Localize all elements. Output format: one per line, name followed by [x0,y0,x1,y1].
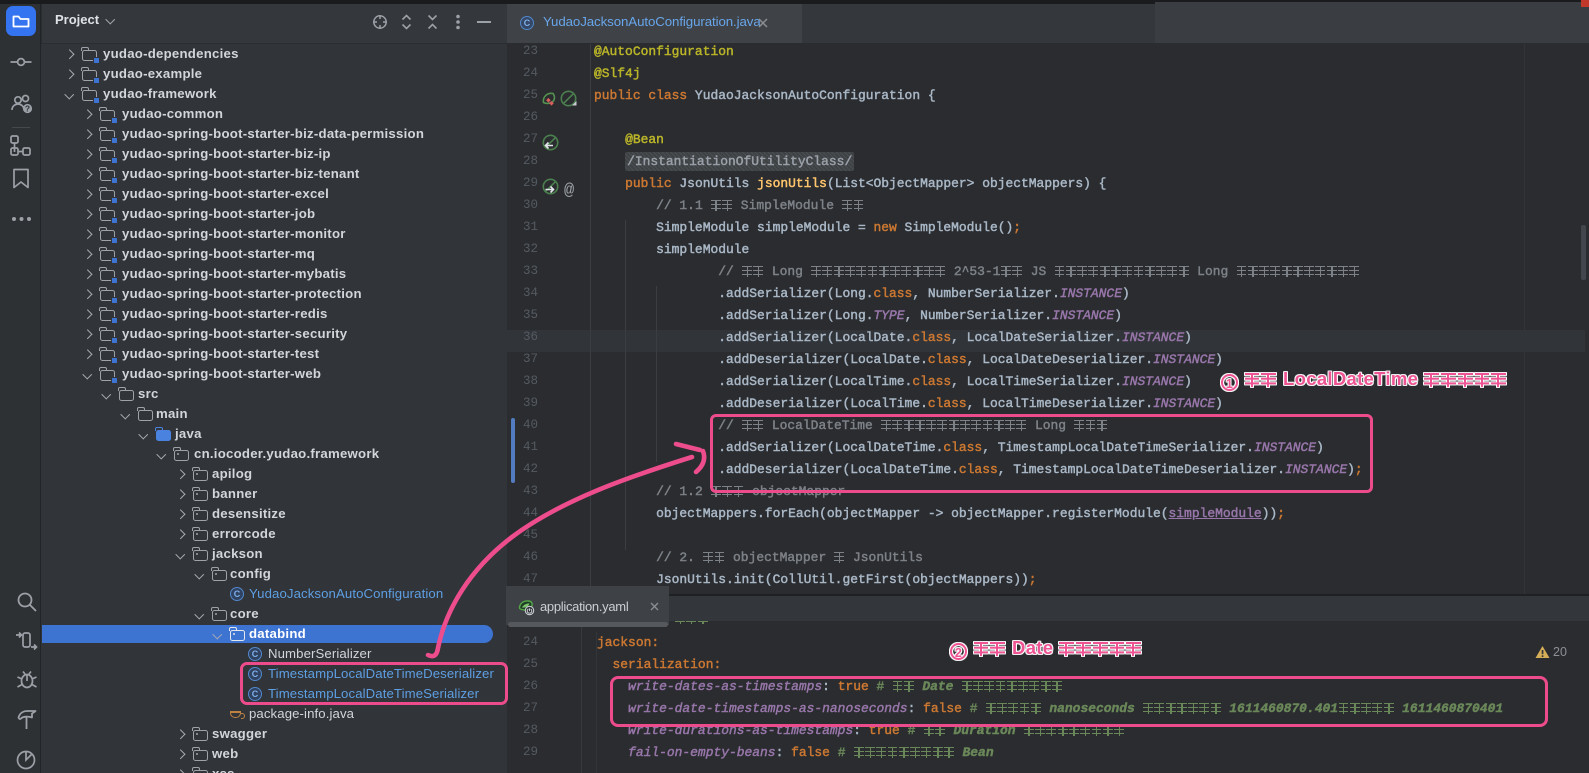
svg-text:@: @ [564,182,574,201]
svg-text:?: ? [25,104,30,114]
